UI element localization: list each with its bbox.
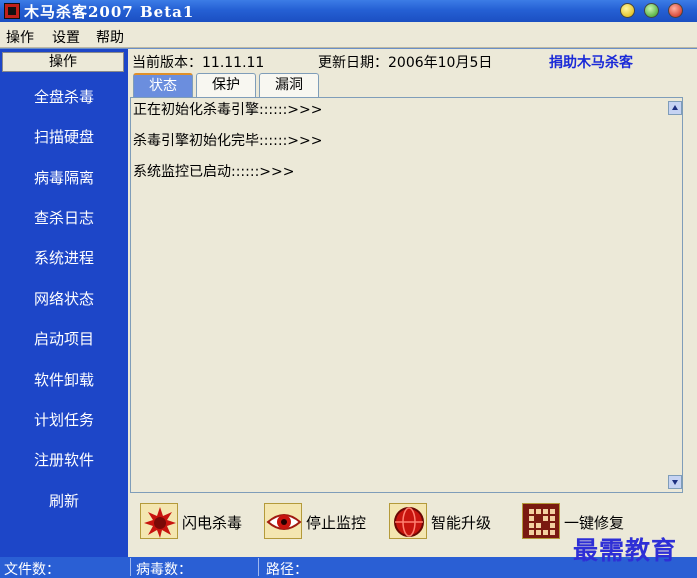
menu-help[interactable]: 帮助 [96, 27, 124, 47]
title-bar[interactable]: 木马杀客2007 Beta1 [0, 0, 697, 22]
minimize-button[interactable] [620, 3, 635, 18]
update-date-label: 更新日期：2006年10月5日 [318, 55, 493, 71]
menu-bar: 操作 设置 帮助 [0, 22, 697, 48]
window-title: 木马杀客2007 Beta1 [24, 3, 195, 21]
action-label: 闪电杀毒 [182, 514, 243, 532]
red-globe-icon [389, 503, 427, 539]
sidebar-item-network[interactable]: 网络状态 [0, 288, 128, 309]
sidebar-item-processes[interactable]: 系统进程 [0, 247, 128, 268]
sidebar: 操作 全盘杀毒 扫描硬盘 病毒隔离 查杀日志 系统进程 网络状态 启动项目 软件… [0, 49, 128, 557]
tab-status[interactable]: 状态 [133, 73, 193, 97]
action-label: 智能升级 [431, 514, 492, 532]
sidebar-header[interactable]: 操作 [2, 52, 124, 72]
app-logo-icon [4, 3, 20, 19]
eye-icon [264, 503, 302, 539]
action-label: 停止监控 [306, 514, 367, 532]
sidebar-item-startup[interactable]: 启动项目 [0, 328, 128, 349]
sidebar-item-quarantine[interactable]: 病毒隔离 [0, 167, 128, 188]
menu-operate[interactable]: 操作 [6, 27, 34, 47]
sidebar-item-full-scan[interactable]: 全盘杀毒 [0, 86, 128, 107]
smart-update-button[interactable]: 智能升级 [389, 503, 509, 543]
watermark: 最需教育 [573, 536, 678, 565]
scroll-down-button[interactable] [668, 475, 682, 489]
tab-protect[interactable]: 保护 [196, 73, 256, 97]
lightning-scan-button[interactable]: 闪电杀毒 [140, 503, 260, 543]
sidebar-item-scan-log[interactable]: 查杀日志 [0, 207, 128, 228]
status-virus-count: 病毒数： [136, 562, 192, 578]
sidebar-item-register[interactable]: 注册软件 [0, 449, 128, 470]
log-line: 系统监控已启动::::::>>> [133, 164, 295, 180]
status-divider [258, 558, 259, 576]
main-panel: 当前版本：11.11.11 更新日期：2006年10月5日 捐助木马杀客 状态 … [128, 49, 697, 557]
scroll-up-button[interactable] [668, 101, 682, 115]
log-line: 杀毒引擎初始化完毕::::::>>> [133, 133, 323, 149]
virus-splash-icon [140, 503, 178, 539]
sidebar-item-schedule[interactable]: 计划任务 [0, 409, 128, 430]
log-line: 正在初始化杀毒引擎::::::>>> [133, 102, 323, 118]
tab-vulnerability[interactable]: 漏洞 [259, 73, 319, 97]
sidebar-item-scan-disk[interactable]: 扫描硬盘 [0, 126, 128, 147]
sidebar-item-refresh[interactable]: 刷新 [0, 490, 128, 511]
close-button[interactable] [668, 3, 683, 18]
donate-link[interactable]: 捐助木马杀客 [549, 52, 633, 72]
menu-settings[interactable]: 设置 [52, 27, 80, 47]
sidebar-item-uninstall[interactable]: 软件卸载 [0, 369, 128, 390]
version-label: 当前版本：11.11.11 [132, 55, 265, 71]
maximize-button[interactable] [644, 3, 659, 18]
status-path: 路径： [266, 562, 308, 578]
stop-monitor-button[interactable]: 停止监控 [264, 503, 384, 543]
grid-repair-icon [522, 503, 560, 539]
status-log[interactable]: 正在初始化杀毒引擎::::::>>> 杀毒引擎初始化完毕::::::>>> 系统… [130, 97, 683, 493]
action-label: 一键修复 [564, 514, 625, 532]
status-file-count: 文件数： [4, 562, 60, 578]
status-divider [130, 558, 131, 576]
